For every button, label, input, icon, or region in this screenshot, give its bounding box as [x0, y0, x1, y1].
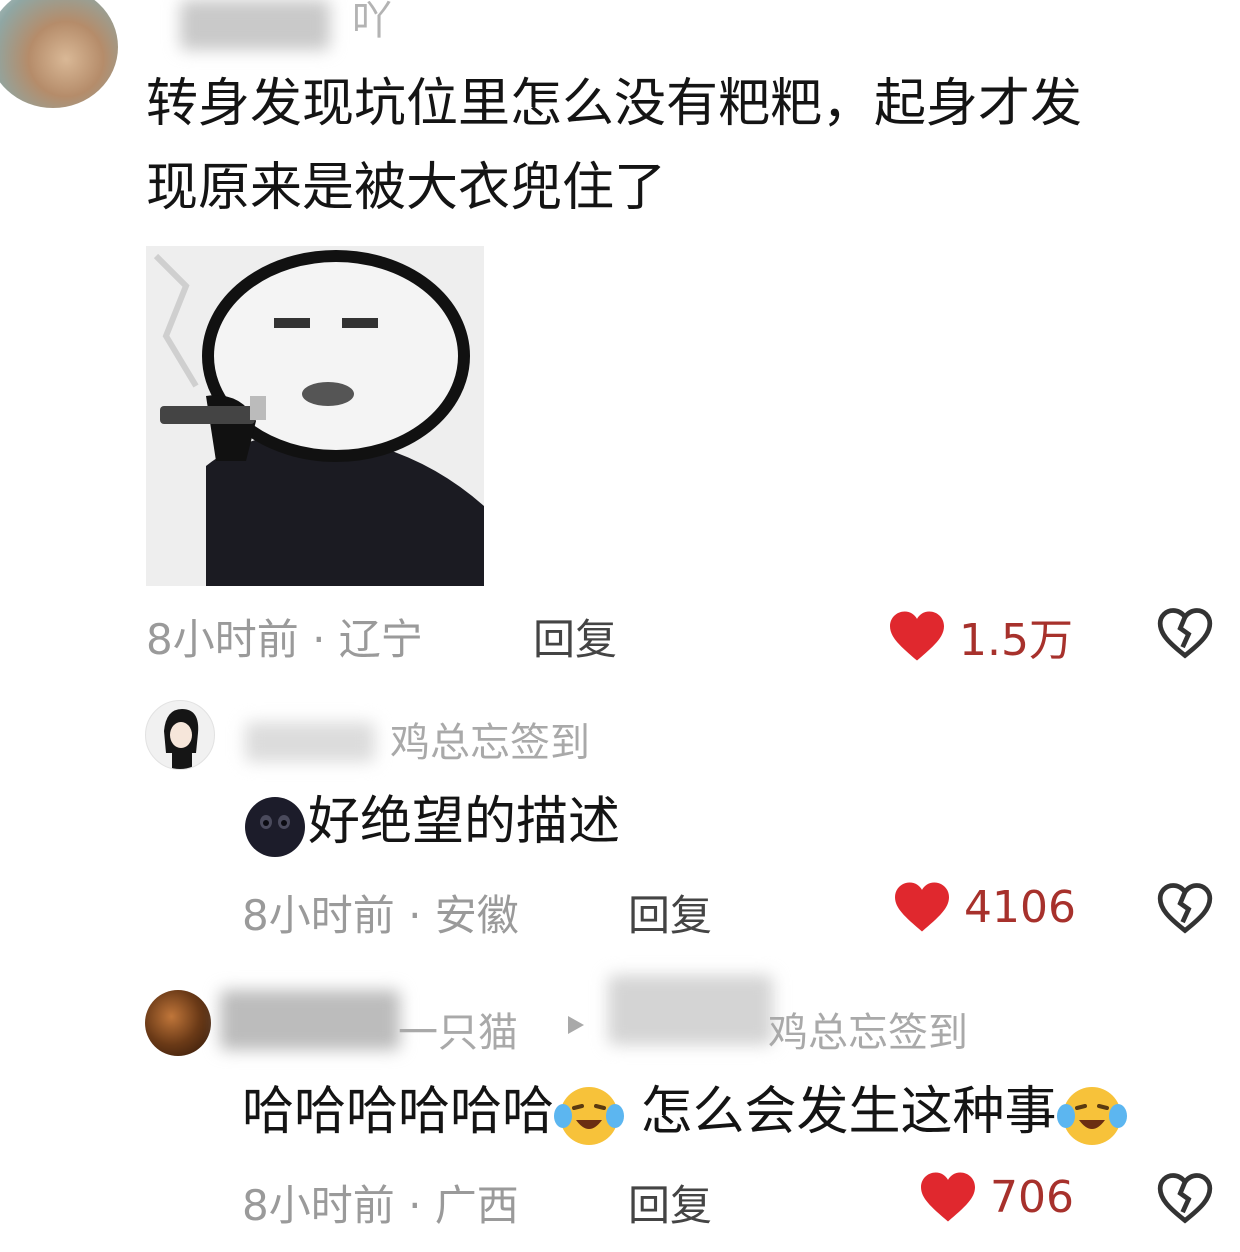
comment-meta: 8小时前 · 安徽 [242, 882, 519, 943]
username-blurred [245, 722, 375, 762]
avatar[interactable] [145, 700, 215, 770]
comment-text-content: 好绝望的描述 [308, 792, 621, 852]
laugh-cry-emoji-icon [554, 1087, 625, 1145]
comment-location: 广西 [434, 1181, 519, 1230]
comment-text-content: 怎么会发生这种事 [640, 1082, 1057, 1142]
comment-meta: 8小时前 · 辽宁 [146, 606, 423, 667]
username[interactable]: 一只猫 [398, 1000, 518, 1058]
comment-location: 安徽 [434, 891, 519, 940]
meta-separator: · [298, 615, 339, 664]
comment-time: 8小时前 [242, 1181, 395, 1230]
like-count: 706 [990, 1171, 1074, 1223]
avatar[interactable] [145, 990, 211, 1056]
reply-button[interactable]: 回复 [628, 1172, 712, 1233]
laugh-cry-emoji-icon [1056, 1087, 1127, 1145]
like-button[interactable]: 706 [918, 1170, 1074, 1224]
comment-time: 8小时前 [146, 615, 299, 664]
triangle-right-icon [568, 1016, 584, 1034]
reply-button[interactable]: 回复 [533, 606, 617, 667]
meta-separator: · [394, 891, 435, 940]
username-blurred [180, 0, 330, 50]
like-button[interactable]: 1.5万 [887, 604, 1073, 668]
avatar[interactable] [0, 0, 118, 108]
like-count: 4106 [964, 881, 1076, 933]
comment-text: 好绝望的描述 [242, 780, 620, 864]
comment-time: 8小时前 [242, 891, 395, 940]
reply-target-username[interactable]: 鸡总忘签到 [768, 1000, 968, 1058]
comment-text: 哈哈哈哈哈哈 怎么会发生这种事 [242, 1070, 1127, 1154]
broken-heart-icon[interactable] [1156, 882, 1214, 934]
heart-icon [890, 611, 944, 661]
meta-separator: · [394, 1181, 435, 1230]
comment-location: 辽宁 [338, 615, 423, 664]
black-blob-emoji-icon [245, 797, 305, 857]
comment-text: 转身发现坑位里怎么没有粑粑，起身才发 [146, 74, 1083, 134]
like-count: 1.5万 [959, 615, 1073, 666]
comment-meta: 8小时前 · 广西 [242, 1172, 519, 1233]
heart-icon [921, 1172, 975, 1222]
meme-sticker-image[interactable] [146, 246, 484, 586]
like-button[interactable]: 4106 [892, 880, 1076, 934]
heart-icon [895, 882, 949, 932]
comment-text: 现原来是被大衣兜住了 [146, 158, 667, 218]
broken-heart-icon[interactable] [1156, 1172, 1214, 1224]
broken-heart-icon[interactable] [1156, 607, 1214, 659]
reply-target-blurred [608, 975, 773, 1045]
username-blurred [220, 990, 400, 1050]
username[interactable]: 鸡总忘签到 [390, 710, 590, 768]
comment-text-content: 哈哈哈哈哈哈 [242, 1082, 555, 1142]
reply-button[interactable]: 回复 [628, 882, 712, 943]
username[interactable]: 吖 [352, 0, 392, 46]
